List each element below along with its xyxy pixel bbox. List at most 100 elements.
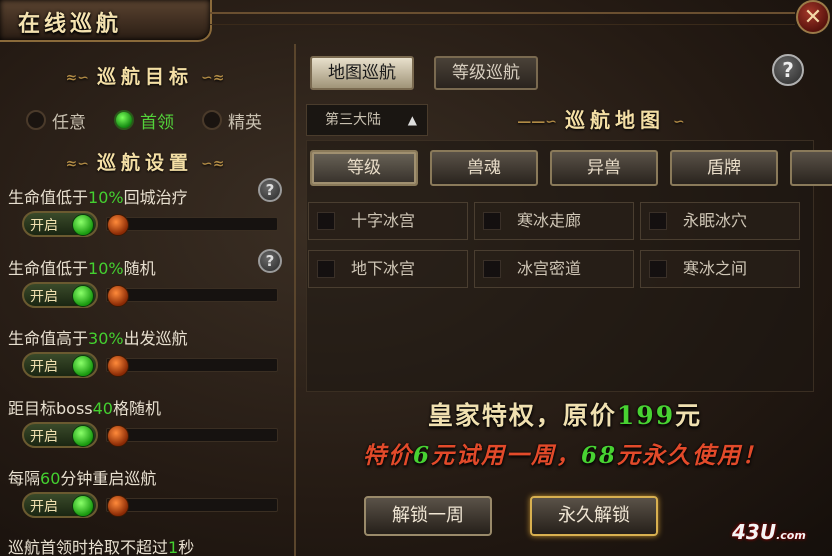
promo-price: 68 — [581, 442, 618, 469]
setting-value: 10% — [88, 188, 124, 207]
category-more-button[interactable] — [790, 150, 832, 186]
map-item[interactable]: 冰宫密道 — [474, 250, 634, 288]
threshold-slider[interactable] — [106, 214, 278, 236]
unlock-permanent-button[interactable]: 永久解锁 — [530, 496, 658, 536]
promo-text: 元永久使用！ — [617, 442, 768, 469]
category-exotic-beast-button[interactable]: 异兽 — [550, 150, 658, 186]
toggle-label: 开启 — [30, 429, 58, 445]
ornament-left-icon: ——∽ — [517, 113, 557, 130]
title-tab: 在线巡航 — [0, 0, 212, 42]
radio-boss[interactable]: 首领 — [114, 106, 174, 134]
map-item-label: 永眠冰穴 — [683, 211, 748, 230]
toggle-label: 开启 — [30, 359, 58, 375]
threshold-slider[interactable] — [106, 425, 278, 447]
map-item[interactable]: 永眠冰穴 — [640, 202, 800, 240]
slider-knob-icon[interactable] — [107, 285, 129, 307]
promo-text: 特价 — [362, 442, 413, 469]
setting-boss-distance: 距目标boss40格随机 开启 — [8, 395, 290, 465]
setting-text: 每隔 — [8, 469, 41, 488]
radio-any[interactable]: 任意 — [26, 106, 86, 134]
toggle-knob-icon — [72, 495, 94, 517]
radio-any-label: 任意 — [52, 112, 86, 133]
enable-toggle[interactable]: 开启 — [22, 282, 98, 308]
checkbox-icon[interactable] — [317, 212, 335, 230]
radio-boss-label: 首领 — [140, 112, 174, 133]
right-panel: 地图巡航 等级巡航 ? 第三大陆 ▲ ——∽ 巡航地图 ∽ 等级 兽魂 异兽 盾牌 … — [294, 44, 832, 556]
slider-knob-icon[interactable] — [107, 214, 129, 236]
continent-select-value: 第三大陆 — [325, 112, 381, 128]
category-beast-soul-button[interactable]: 兽魂 — [430, 150, 538, 186]
threshold-slider[interactable] — [106, 285, 278, 307]
setting-text: 距目标boss — [8, 399, 93, 418]
setting-value: 30% — [88, 329, 124, 348]
setting-value: 10% — [88, 259, 124, 278]
checkbox-icon[interactable] — [649, 212, 667, 230]
map-item[interactable]: 地下冰宫 — [308, 250, 468, 288]
enable-toggle[interactable]: 开启 — [22, 492, 98, 518]
map-item[interactable]: 寒冰走廊 — [474, 202, 634, 240]
ornament-left-icon: ≈∽ — [65, 70, 89, 86]
threshold-slider[interactable] — [106, 495, 278, 517]
continent-select[interactable]: 第三大陆 ▲ — [306, 104, 428, 136]
setting-text: 生命值高于 — [8, 329, 89, 348]
toggle-knob-icon — [72, 355, 94, 377]
category-shield-button[interactable]: 盾牌 — [670, 150, 778, 186]
setting-value: 60 — [40, 469, 61, 488]
left-panel: ≈∽ 巡航目标 ∽≈ 任意 首领 精英 ≈∽ 巡航设置 ∽≈ 生命值低于10%回城治疗 … — [0, 44, 290, 556]
setting-text: 分钟重启巡航 — [60, 469, 157, 488]
setting-text: 出发巡航 — [123, 329, 188, 348]
setting-random-teleport: 生命值低于10%随机 ? 开启 — [8, 249, 290, 325]
setting-text: 生命值低于 — [8, 188, 89, 207]
promo-text: 元 — [675, 401, 703, 430]
enable-toggle[interactable]: 开启 — [22, 211, 98, 237]
checkbox-icon[interactable] — [317, 260, 335, 278]
map-item[interactable]: 十字冰宫 — [308, 202, 468, 240]
setting-label: 每隔60分钟重启巡航 — [8, 465, 156, 489]
setting-start-cruise: 生命值高于30%出发巡航 开启 — [8, 325, 290, 395]
map-item[interactable]: 寒冰之间 — [640, 250, 800, 288]
setting-value: 40 — [92, 399, 113, 418]
setting-label: 生命值高于30%出发巡航 — [8, 325, 188, 349]
close-button[interactable]: ✕ — [796, 0, 830, 34]
setting-label: 巡航首领时拾取不超过1秒 — [8, 534, 194, 556]
promo-line-2: 特价6元试用一周，68元永久使用！ — [296, 436, 832, 470]
cruise-window: 在线巡航 ✕ ≈∽ 巡航目标 ∽≈ 任意 首领 精英 ≈∽ 巡航设置 ∽≈ 生命值低 — [0, 0, 832, 556]
slider-knob-icon[interactable] — [107, 425, 129, 447]
setting-text: 巡航首领时拾取不超过 — [8, 538, 169, 556]
toggle-knob-icon — [72, 285, 94, 307]
triangle-up-icon: ▲ — [407, 113, 417, 127]
setting-text: 格随机 — [112, 399, 161, 418]
map-item-label: 冰宫密道 — [517, 259, 582, 278]
help-icon[interactable]: ? — [258, 249, 282, 273]
setting-return-heal: 生命值低于10%回城治疗 ? 开启 — [8, 178, 290, 254]
checkbox-icon[interactable] — [483, 260, 501, 278]
setting-label: 生命值低于10%随机 — [8, 255, 156, 279]
radio-elite-icon — [202, 110, 222, 130]
map-item-label: 十字冰宫 — [351, 211, 416, 230]
help-icon[interactable]: ? — [258, 178, 282, 202]
enable-toggle[interactable]: 开启 — [22, 422, 98, 448]
promo-price: 6 — [412, 442, 431, 469]
promo-text: 皇家特权，原价 — [427, 401, 617, 430]
checkbox-icon[interactable] — [483, 212, 501, 230]
radio-elite[interactable]: 精英 — [202, 106, 262, 134]
category-level-button[interactable]: 等级 — [310, 150, 418, 186]
unlock-week-button[interactable]: 解锁一周 — [364, 496, 492, 536]
watermark-text: 43U — [732, 520, 777, 544]
site-watermark: 43U.com — [732, 520, 806, 544]
tab-map-cruise[interactable]: 地图巡航 — [310, 56, 414, 90]
threshold-slider[interactable] — [106, 355, 278, 377]
enable-toggle[interactable]: 开启 — [22, 352, 98, 378]
radio-boss-icon — [114, 110, 134, 130]
slider-knob-icon[interactable] — [107, 495, 129, 517]
setting-text: 秒 — [178, 538, 195, 556]
slider-knob-icon[interactable] — [107, 355, 129, 377]
target-radio-group: 任意 首领 精英 — [26, 106, 286, 134]
settings-title-text: 巡航设置 — [96, 152, 193, 174]
help-icon[interactable]: ? — [772, 54, 804, 86]
map-item-label: 寒冰走廊 — [517, 211, 582, 230]
tab-level-cruise[interactable]: 等级巡航 — [434, 56, 538, 90]
checkbox-icon[interactable] — [649, 260, 667, 278]
toggle-label: 开启 — [30, 289, 58, 305]
promo-text: 元试用一周， — [431, 442, 581, 469]
